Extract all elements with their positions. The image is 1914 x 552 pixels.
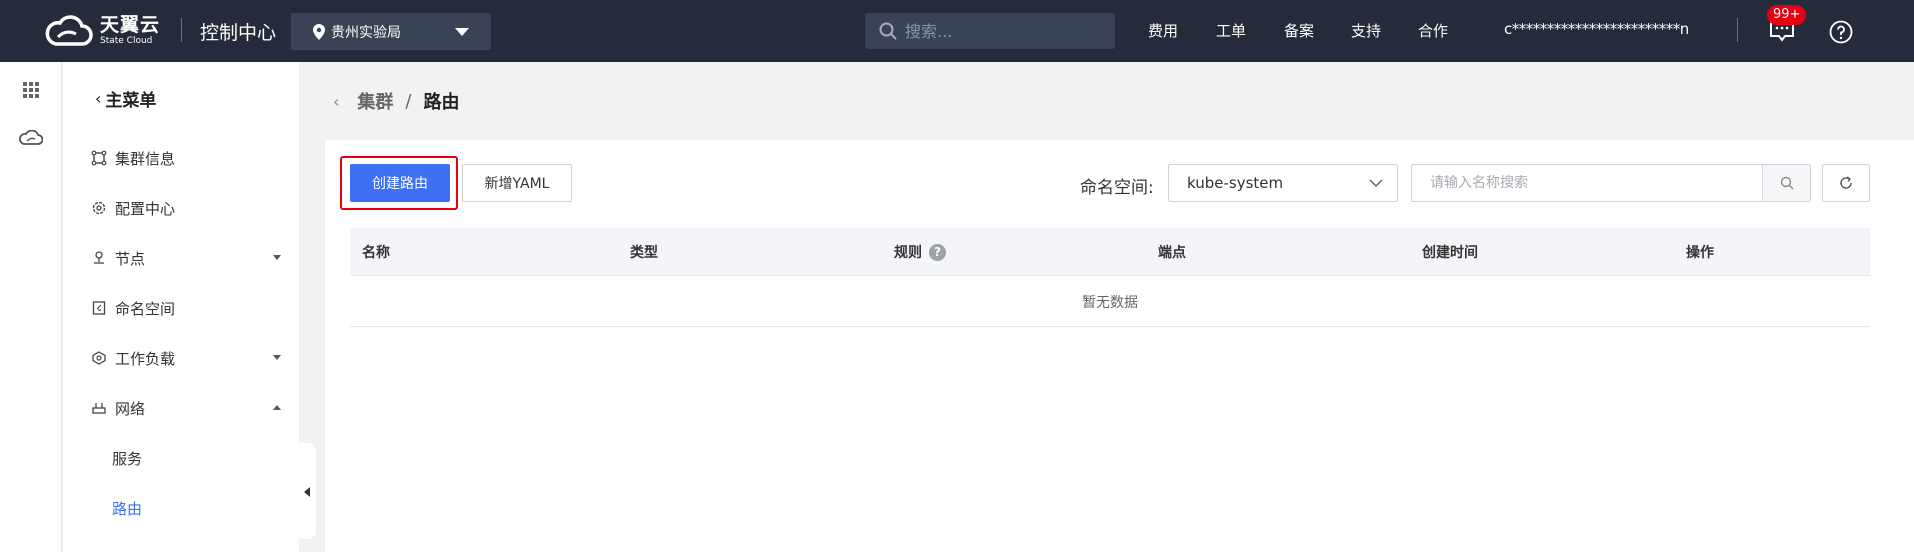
nav-partner[interactable]: 合作 (1418, 20, 1448, 41)
empty-state-text: 暂无数据 (1082, 295, 1138, 311)
sidebar-item-label: 命名空间 (115, 299, 176, 318)
sidebar-item-label: 配置中心 (115, 199, 176, 218)
help-icon[interactable] (1829, 20, 1853, 44)
column-label: 名称 (362, 245, 390, 261)
search-icon (1780, 176, 1793, 190)
sidebar: ‹ 主菜单 集群信息 配置中心 节点 命名空间 工作负载 网络 服务 路由 (63, 62, 299, 552)
column-header-actions[interactable]: 操作 (1686, 242, 1714, 262)
chevron-down-icon (1369, 179, 1383, 188)
nav-filing[interactable]: 备案 (1284, 20, 1314, 41)
column-header-name[interactable]: 名称 (362, 242, 390, 262)
sidebar-subitem-routes[interactable]: 路由 (112, 498, 142, 519)
brand-logo[interactable]: 天翼云 State Cloud (44, 14, 160, 48)
table-empty-row: 暂无数据 (350, 277, 1870, 327)
divider (1737, 18, 1738, 42)
sidebar-item-label: 节点 (115, 249, 146, 268)
nav-support[interactable]: 支持 (1351, 20, 1381, 41)
chevron-left-icon: ‹ (95, 89, 102, 108)
column-label: 操作 (1686, 245, 1714, 261)
cloud-logo-icon (45, 15, 93, 46)
apps-grid-icon[interactable] (23, 82, 39, 98)
refresh-button[interactable] (1822, 164, 1870, 202)
sidebar-item-namespaces[interactable]: 命名空间 (91, 296, 281, 320)
caret-up-icon (273, 405, 281, 410)
global-search-input[interactable] (905, 21, 1085, 41)
column-header-type[interactable]: 类型 (630, 242, 658, 262)
console-title[interactable]: 控制中心 (200, 18, 276, 45)
refresh-icon (1840, 176, 1852, 189)
table-header: 名称 类型 规则 ? 端点 创建时间 操作 (350, 228, 1870, 276)
sidebar-item-config-center[interactable]: 配置中心 (91, 196, 281, 220)
name-search (1411, 164, 1811, 202)
nav-tickets[interactable]: 工单 (1216, 20, 1246, 41)
back-label: 主菜单 (105, 91, 157, 111)
notification-badge[interactable]: 99+ (1767, 5, 1807, 25)
network-icon (92, 403, 106, 414)
sidebar-item-nodes[interactable]: 节点 (91, 246, 281, 270)
column-label: 创建时间 (1422, 245, 1478, 261)
chevron-left-icon[interactable]: ‹ (333, 92, 339, 111)
namespace-label: 命名空间: (1080, 178, 1154, 198)
region-selector[interactable]: 贵州实验局 (291, 13, 491, 50)
sidebar-item-cluster-info[interactable]: 集群信息 (91, 146, 281, 170)
sidebar-subitem-services[interactable]: 服务 (112, 448, 142, 469)
namespace-icon (92, 301, 106, 315)
sidebar-item-workloads[interactable]: 工作负载 (91, 346, 281, 370)
add-yaml-button[interactable]: 新增YAML (462, 164, 572, 202)
sidebar-item-label: 工作负载 (115, 349, 176, 368)
help-icon[interactable]: ? (929, 243, 946, 261)
divider (181, 18, 182, 42)
account-name[interactable]: c************************n (1504, 20, 1689, 38)
namespace-select[interactable]: kube-system (1168, 164, 1398, 202)
config-gear-icon (92, 201, 106, 215)
create-route-button[interactable]: 创建路由 (350, 164, 450, 202)
sidebar-item-label: 网络 (115, 399, 146, 418)
breadcrumb-separator: / (405, 90, 412, 112)
global-search[interactable] (865, 13, 1115, 49)
app-strip (0, 62, 62, 552)
breadcrumb: ‹ 集群 / 路由 (333, 88, 459, 114)
caret-down-icon (273, 355, 281, 360)
brand-subtitle: State Cloud (100, 36, 153, 46)
column-header-created-time[interactable]: 创建时间 (1422, 242, 1478, 262)
column-label: 规则 (894, 245, 922, 261)
top-bar: 天翼云 State Cloud 控制中心 贵州实验局 费用 工单 备案 支持 合… (0, 0, 1914, 62)
caret-down-icon (455, 28, 469, 36)
brand-name: 天翼云 (100, 14, 161, 36)
location-pin-icon (313, 23, 325, 40)
column-label: 端点 (1158, 245, 1186, 261)
cloud-icon[interactable] (19, 130, 43, 146)
sidebar-item-label: 集群信息 (115, 149, 176, 168)
caret-left-icon (304, 487, 310, 497)
column-header-endpoints[interactable]: 端点 (1158, 242, 1186, 262)
breadcrumb-parent[interactable]: 集群 (357, 88, 393, 114)
search-icon (879, 22, 897, 40)
region-label: 贵州实验局 (331, 24, 401, 41)
column-header-rules[interactable]: 规则 ? (894, 242, 946, 262)
namespace-value: kube-system (1187, 174, 1284, 192)
nav-fees[interactable]: 费用 (1148, 20, 1178, 41)
node-icon (94, 251, 104, 264)
sidebar-collapse-toggle[interactable] (298, 443, 316, 539)
name-search-input[interactable] (1412, 165, 1762, 201)
workload-icon (92, 351, 106, 365)
caret-down-icon (273, 255, 281, 260)
column-label: 类型 (630, 245, 658, 261)
name-search-button[interactable] (1762, 165, 1810, 201)
cluster-icon (91, 150, 107, 166)
back-to-main-menu[interactable]: ‹ 主菜单 (95, 86, 156, 111)
sidebar-item-network[interactable]: 网络 (91, 396, 281, 420)
breadcrumb-current: 路由 (423, 92, 460, 113)
